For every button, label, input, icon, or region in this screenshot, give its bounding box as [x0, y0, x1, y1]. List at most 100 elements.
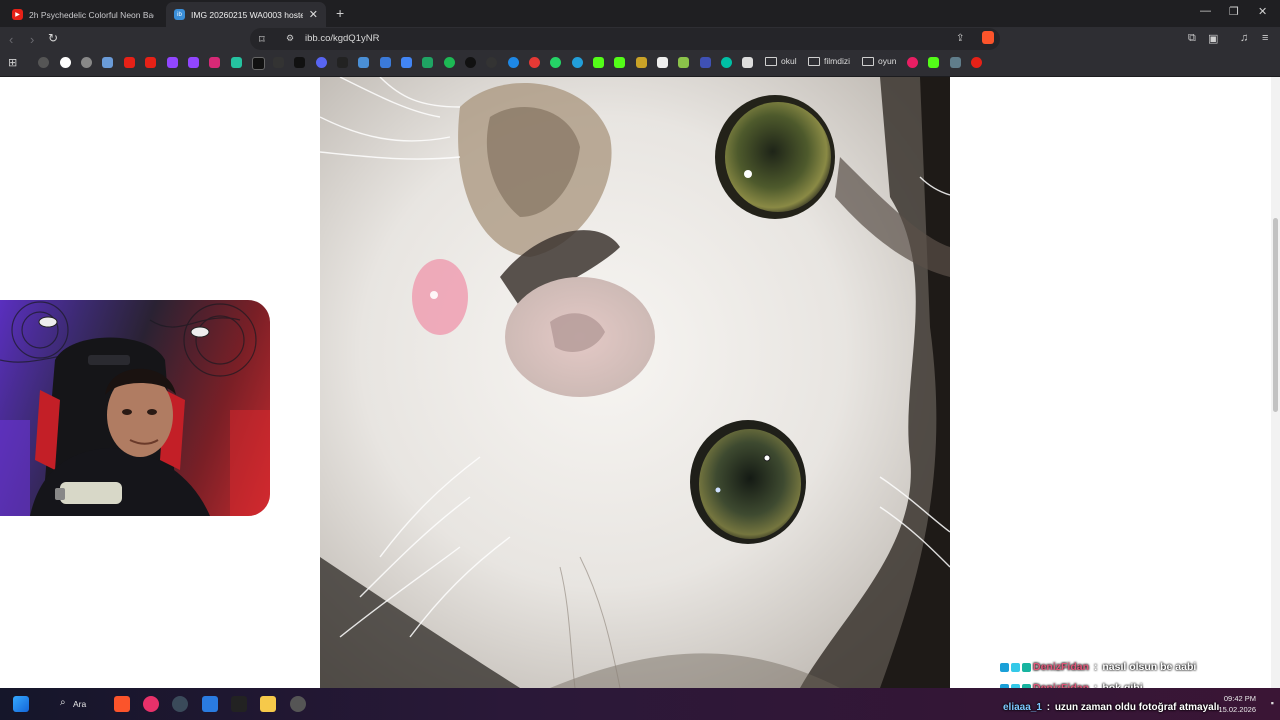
folder-label: oyun [878, 56, 897, 66]
chatgpt-icon[interactable] [81, 57, 92, 68]
bookmark-blue-icon[interactable] [358, 57, 369, 68]
windows-start-icon[interactable] [13, 696, 29, 712]
brave-shields-icon[interactable] [982, 31, 994, 44]
share-icon[interactable]: ⇪ [956, 33, 964, 44]
site-settings-icon[interactable]: ⚙ [286, 33, 294, 44]
chat-message: eliaaa_1 : uzun zaman oldu fotoğraf atma… [1003, 702, 1219, 713]
history-icon[interactable] [38, 57, 49, 68]
menu-icon[interactable]: ≡ [1262, 32, 1268, 44]
media-icon[interactable]: ♫ [1240, 32, 1248, 44]
clock-time: 09:42 PM [1223, 694, 1256, 703]
reload-icon[interactable]: ↻ [48, 31, 58, 45]
twitch-2-icon[interactable] [188, 57, 199, 68]
webcam-overlay [0, 300, 270, 516]
checker-app-icon[interactable] [742, 57, 753, 68]
file-explorer-icon[interactable] [260, 696, 276, 712]
folder-label: filmdizi [824, 56, 850, 66]
notification-icon[interactable]: ▪ [1271, 698, 1274, 708]
kick-3-icon[interactable] [928, 57, 939, 68]
whatsapp-icon[interactable] [550, 57, 561, 68]
x-twitter-icon[interactable] [252, 57, 265, 70]
pink-app-icon[interactable] [907, 57, 918, 68]
folder-icon [765, 56, 777, 66]
bookmark-folder-oyun[interactable]: oyun [862, 56, 896, 66]
media-player-icon[interactable] [143, 696, 159, 712]
chat-message: DenizFidan : nasıl olsun be aabi [1000, 661, 1196, 673]
bookmark-folder-okul[interactable]: okul [765, 56, 797, 66]
search-icon[interactable]: ⌕ [60, 697, 66, 708]
tab-title: IMG 20260215 WA0003 hosted at [191, 9, 303, 20]
tab-youtube-video[interactable]: ▶ 2h Psychedelic Colorful Neon Backgr [4, 2, 162, 27]
chat-username: DenizFidan [1033, 661, 1090, 673]
github-icon[interactable] [486, 57, 497, 68]
twitch-icon[interactable] [167, 57, 178, 68]
extensions-icon[interactable]: ⧉ [1188, 32, 1196, 45]
folder-icon [808, 56, 820, 66]
dark-circle-icon[interactable] [465, 57, 476, 68]
tab-title: 2h Psychedelic Colorful Neon Backgr [29, 9, 154, 20]
photos-icon[interactable] [202, 696, 218, 712]
taskbar: ⌕ Ara eliaaa_1 : uzun zaman oldu fotoğra… [0, 688, 1280, 720]
telegram-icon[interactable] [572, 57, 583, 68]
drive-icon[interactable] [422, 57, 433, 68]
badge-icon [1022, 662, 1031, 672]
tiktok-icon[interactable] [294, 57, 305, 68]
youtube-music-icon[interactable] [145, 57, 156, 68]
url-text: ibb.co/kgdQ1yNR [305, 33, 380, 44]
sidebar-icon[interactable]: ▣ [1208, 32, 1218, 45]
bookmark-icon[interactable]: ⌑ [259, 33, 265, 46]
gemini-icon[interactable] [102, 57, 113, 68]
folder-icon [862, 56, 874, 66]
close-tab-icon[interactable]: ✕ [309, 8, 318, 21]
edge-icon[interactable] [508, 57, 519, 68]
instagram-icon[interactable] [209, 57, 220, 68]
chat-separator: : [1091, 661, 1101, 673]
spotify-icon[interactable] [444, 57, 455, 68]
threads-icon[interactable] [273, 57, 284, 68]
blue-app-icon[interactable] [700, 57, 711, 68]
new-tab-button[interactable]: + [336, 5, 344, 21]
chat-username: eliaaa_1 [1003, 702, 1042, 713]
youtube-bookmark-icon[interactable] [124, 57, 135, 68]
bookmark-folder-filmdizi[interactable]: filmdizi [808, 56, 850, 66]
red-circle-icon[interactable] [529, 57, 540, 68]
folder-label: okul [781, 56, 797, 66]
kick-icon[interactable] [593, 57, 604, 68]
kick-2-icon[interactable] [614, 57, 625, 68]
search-label[interactable]: Ara [73, 699, 86, 709]
cat-photo[interactable] [320, 77, 950, 688]
scrollbar-thumb[interactable] [1273, 218, 1278, 412]
gmail-icon[interactable] [401, 57, 412, 68]
minimize-icon[interactable]: — [1200, 5, 1211, 17]
discord-icon[interactable] [316, 57, 327, 68]
chat-separator: : [1043, 702, 1053, 713]
back-icon[interactable]: ‹ [9, 32, 13, 47]
youtube-icon: ▶ [12, 9, 23, 20]
apps-icon[interactable]: ⊞ [8, 56, 17, 69]
tab-imgbb-image[interactable]: ib IMG 20260215 WA0003 hosted at ✕ [166, 2, 326, 27]
steam-icon[interactable] [290, 696, 306, 712]
close-window-icon[interactable]: ✕ [1258, 5, 1267, 18]
green-app-icon[interactable] [678, 57, 689, 68]
translate-icon[interactable] [380, 57, 391, 68]
brave-taskbar-icon[interactable] [114, 696, 130, 712]
clock-date: 15.02.2026 [1218, 705, 1256, 714]
chat-text: nasıl olsun be aabi [1102, 661, 1197, 673]
address-bar-row: ‹ › ↻ ⌑ ⚙ ⇪ [0, 27, 1280, 52]
bookmarks-bar: ⊞ okul filmdizi oyun [0, 52, 1280, 77]
youtube-red-icon[interactable] [971, 57, 982, 68]
forward-icon[interactable]: › [30, 32, 34, 47]
capcut-taskbar-icon[interactable] [231, 696, 247, 712]
chat-text: uzun zaman oldu fotoğraf atmayalı [1054, 702, 1220, 713]
obs-icon[interactable] [172, 696, 188, 712]
google-icon[interactable] [60, 57, 71, 68]
kick-tool-icon[interactable] [231, 57, 242, 68]
teal-app-icon[interactable] [721, 57, 732, 68]
system-clock[interactable]: 09:42 PM 15.02.2026 [1218, 693, 1256, 715]
badge-icon [1011, 662, 1020, 672]
yellow-app-icon[interactable] [636, 57, 647, 68]
plane-icon[interactable] [950, 57, 961, 68]
capcut-icon[interactable] [337, 57, 348, 68]
restore-icon[interactable]: ❐ [1229, 5, 1239, 18]
diamond-icon[interactable] [657, 57, 668, 68]
